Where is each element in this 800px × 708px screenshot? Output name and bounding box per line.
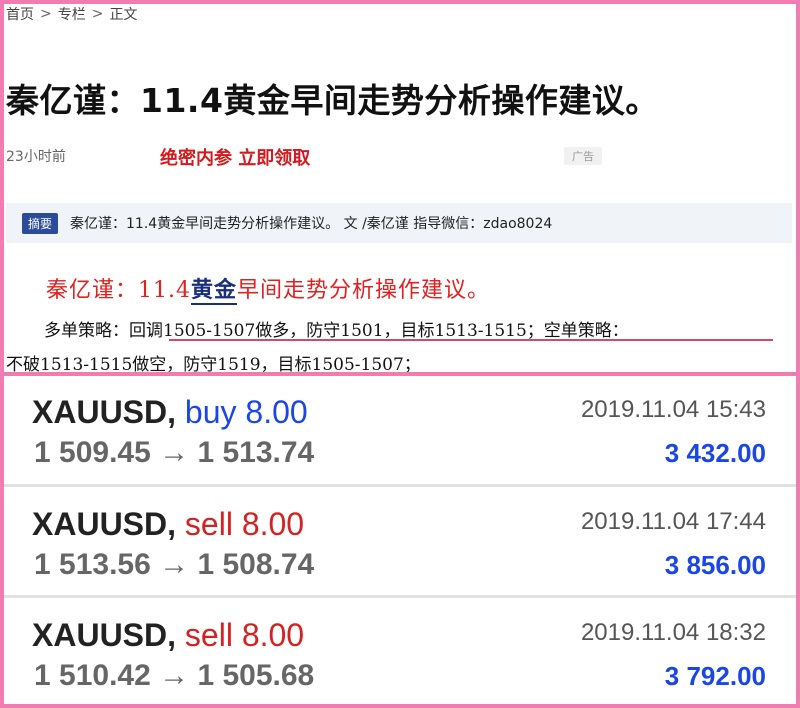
promo-link[interactable]: 绝密内参 立即领取	[160, 144, 310, 170]
trade-symbol-line: XAUUSD, sell 8.00	[32, 617, 304, 654]
heading-suffix: 早间走势分析操作建议。	[237, 278, 491, 303]
trade-profit: 3 856.00	[664, 550, 766, 580]
trade-symbol: XAUUSD,	[32, 617, 177, 653]
trade-datetime: 2019.11.04 15:43	[580, 396, 766, 423]
publish-time: 23小时前	[6, 149, 66, 165]
ad-label: 广告	[564, 147, 602, 165]
article-panel: 首页 > 专栏 > 正文 秦亿谨：11.4黄金早间走势分析操作建议。 23小时前…	[4, 4, 796, 372]
trade-row[interactable]: XAUUSD, sell 8.00 1 513.56 → 1 508.74 20…	[4, 488, 796, 596]
trade-symbol: XAUUSD,	[32, 506, 177, 542]
breadcrumb-current: 正文	[109, 7, 138, 23]
strategy-underline	[169, 339, 773, 341]
heading-prefix: 秦亿谨：11.4	[46, 278, 191, 303]
trade-history-list: XAUUSD, buy 8.00 1 509.45 → 1 513.74 201…	[4, 376, 796, 707]
breadcrumb-separator: >	[40, 6, 52, 22]
trade-side: sell 8.00	[184, 506, 305, 542]
strategy-line-1: 多单策略：回调1505-1507做多，防守1501，目标1513-1515；空单…	[44, 321, 629, 341]
row-divider	[4, 595, 796, 598]
breadcrumb-column-link[interactable]: 专栏	[58, 4, 86, 24]
row-divider	[4, 484, 796, 487]
trade-symbol-line: XAUUSD, sell 8.00	[32, 506, 304, 543]
trade-side: sell 8.00	[184, 617, 305, 653]
trade-symbol: XAUUSD,	[32, 394, 177, 430]
trade-side: buy 8.00	[184, 394, 308, 430]
strategy-line-2: 不破1513-1515做空，防守1519，目标1505-1507；	[6, 355, 421, 372]
trade-prices: 1 513.56 → 1 508.74	[34, 548, 315, 581]
heading-keyword-link[interactable]: 黄金	[191, 277, 238, 305]
trade-row[interactable]: XAUUSD, buy 8.00 1 509.45 → 1 513.74 201…	[4, 376, 796, 484]
trade-datetime: 2019.11.04 17:44	[580, 508, 766, 535]
summary-box: 摘要 秦亿谨：11.4黄金早间走势分析操作建议。 文 /秦亿谨 指导微信：zda…	[6, 203, 792, 243]
breadcrumb-separator: >	[91, 6, 104, 22]
trade-symbol-line: XAUUSD, buy 8.00	[32, 394, 308, 431]
trade-prices: 1 509.45 → 1 513.74	[34, 436, 315, 469]
breadcrumb: 首页 > 专栏 > 正文	[6, 4, 137, 24]
trade-datetime: 2019.11.04 18:32	[580, 619, 766, 646]
trade-row[interactable]: XAUUSD, sell 8.00 1 510.42 → 1 505.68 20…	[4, 599, 796, 707]
breadcrumb-home-link[interactable]: 首页	[6, 4, 34, 24]
article-heading: 秦亿谨：11.4黄金早间走势分析操作建议。	[46, 272, 491, 305]
trade-profit: 3 792.00	[664, 661, 766, 691]
trade-prices: 1 510.42 → 1 505.68	[34, 659, 315, 692]
summary-text: 秦亿谨：11.4黄金早间走势分析操作建议。 文 /秦亿谨 指导微信：zdao80…	[70, 216, 553, 232]
article-title: 秦亿谨：11.4黄金早间走势分析操作建议。	[6, 81, 659, 120]
summary-tag: 摘要	[22, 212, 59, 234]
trade-profit: 3 432.00	[664, 438, 766, 468]
